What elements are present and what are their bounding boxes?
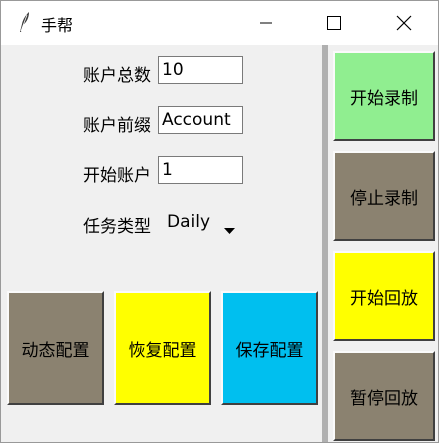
dynamic-config-button[interactable]: 动态配置 bbox=[7, 291, 104, 405]
start-account-label: 开始账户 bbox=[83, 166, 151, 186]
start-record-label: 开始录制 bbox=[350, 88, 418, 109]
restore-config-label: 恢复配置 bbox=[128, 340, 197, 361]
start-playback-button[interactable]: 开始回放 bbox=[333, 251, 435, 341]
start-playback-label: 开始回放 bbox=[350, 288, 418, 309]
restore-config-button[interactable]: 恢复配置 bbox=[114, 291, 211, 405]
task-type-value: Daily bbox=[167, 212, 211, 232]
minimize-button[interactable] bbox=[243, 1, 289, 45]
minimize-icon bbox=[259, 16, 273, 30]
maximize-button[interactable] bbox=[311, 1, 357, 45]
account-prefix-input[interactable] bbox=[158, 106, 243, 134]
account-total-label: 账户总数 bbox=[83, 66, 151, 86]
feather-icon bbox=[17, 11, 31, 33]
chevron-down-icon bbox=[224, 219, 235, 238]
save-config-label: 保存配置 bbox=[235, 340, 304, 361]
stop-record-label: 停止录制 bbox=[350, 188, 418, 209]
stop-record-button[interactable]: 停止录制 bbox=[333, 151, 435, 241]
save-config-button[interactable]: 保存配置 bbox=[221, 291, 318, 405]
maximize-icon bbox=[326, 15, 342, 31]
title-bar[interactable]: 手帮 bbox=[1, 1, 438, 45]
start-account-input[interactable] bbox=[158, 156, 243, 184]
account-total-input[interactable] bbox=[158, 56, 243, 84]
start-record-button[interactable]: 开始录制 bbox=[333, 51, 435, 141]
close-button[interactable] bbox=[381, 1, 427, 45]
pause-playback-label: 暂停回放 bbox=[350, 388, 418, 409]
account-prefix-label: 账户前缀 bbox=[83, 116, 151, 136]
task-type-label: 任务类型 bbox=[83, 217, 151, 237]
dynamic-config-label: 动态配置 bbox=[21, 340, 90, 361]
close-icon bbox=[396, 15, 412, 31]
pause-playback-button[interactable]: 暂停回放 bbox=[333, 351, 435, 441]
task-type-dropdown[interactable]: Daily bbox=[161, 205, 246, 237]
panel-divider bbox=[322, 45, 328, 442]
app-window: 手帮 账户总数 账户前缀 开始账户 任务类型 Daily bbox=[0, 0, 439, 443]
main-content: 账户总数 账户前缀 开始账户 任务类型 Daily 动态配置 恢复配置 保存配置 bbox=[1, 45, 438, 442]
window-title: 手帮 bbox=[41, 16, 74, 35]
